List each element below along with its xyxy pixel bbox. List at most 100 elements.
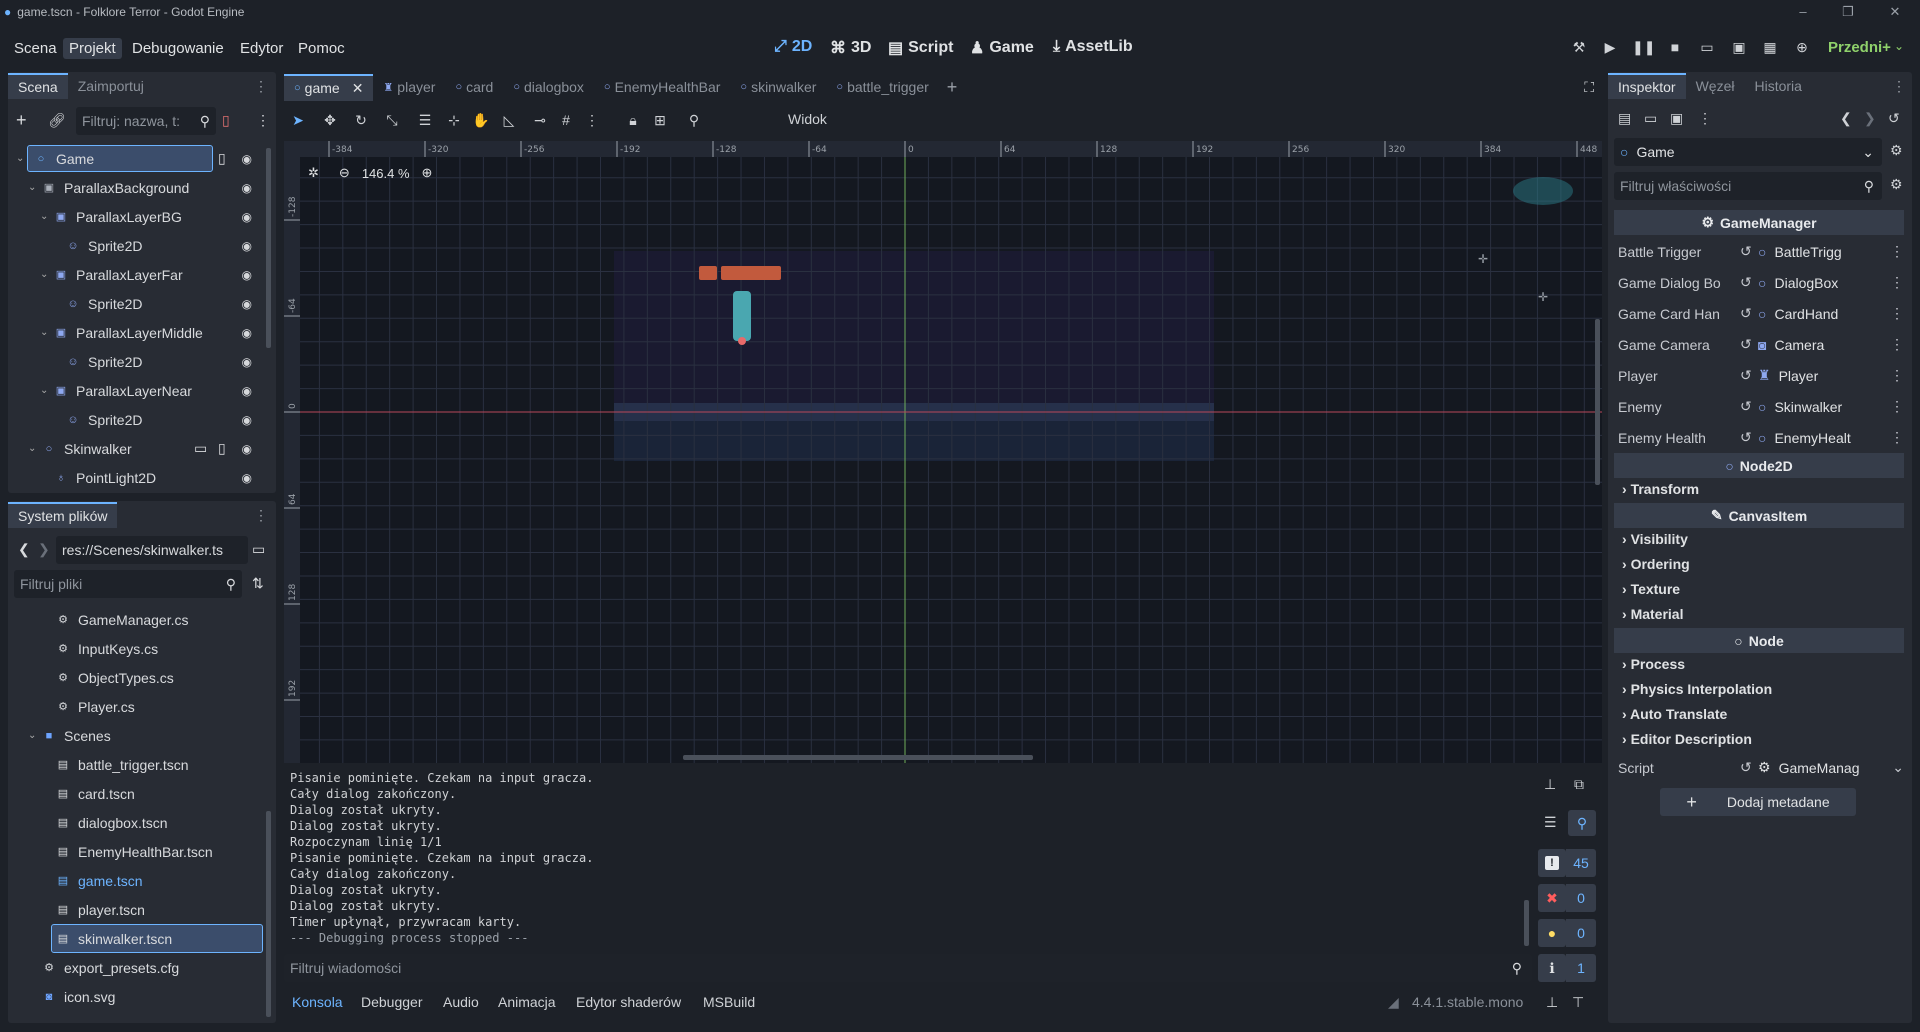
kebab-menu-icon[interactable]: ⋮ (256, 112, 270, 129)
revert-icon[interactable]: ↺ (1740, 398, 1752, 415)
scene-filter-input[interactable]: Filtruj: nazwa, t: ⚲ (76, 107, 216, 135)
visibility-eye-icon[interactable]: ◉ (242, 413, 252, 427)
tab-historia[interactable]: Historia (1745, 74, 1812, 98)
tab-game[interactable]: ○ game ✕ (284, 73, 374, 101)
fs-item-skinwalker[interactable]: ▤ skinwalker.tscn (8, 924, 266, 953)
script-icon[interactable]: ▯ (218, 150, 226, 167)
list-select-icon[interactable]: ☰ (415, 112, 435, 129)
tab-player[interactable]: ♜ player (373, 75, 445, 99)
history-back-icon[interactable]: ❮ (1840, 110, 1852, 127)
tree-item-sprite2d[interactable]: ☺ Sprite2D ◉ (8, 231, 268, 260)
errors-count[interactable]: 0 (1566, 884, 1596, 912)
tree-item-parallaxbackground[interactable]: ⌄ ▣ ParallaxBackground ◉ (8, 173, 268, 202)
fs-item-export-presets[interactable]: ⚙ export_presets.cfg (8, 953, 266, 982)
tree-item-sprite2d[interactable]: ☺ Sprite2D ◉ (8, 347, 268, 376)
revert-icon[interactable]: ↺ (1740, 367, 1752, 384)
movie-maker-icon[interactable]: ⊕ (1792, 39, 1812, 59)
revert-icon[interactable]: ↺ (1740, 336, 1752, 353)
tab-system-plikow[interactable]: System plików (8, 502, 118, 528)
viewport-hscrollbar[interactable] (683, 755, 1033, 760)
renderer-select[interactable]: Przedni+ (1828, 39, 1891, 56)
section-node2d[interactable]: ○ Node2D (1614, 453, 1904, 478)
hammer-icon[interactable]: ⚒ (1569, 39, 1589, 59)
recent-history-icon[interactable]: ↺ (1888, 110, 1900, 127)
prop-value[interactable]: ○ Skinwalker (1758, 399, 1842, 415)
play-custom-scene-icon[interactable]: ▦ (1760, 39, 1780, 59)
revert-icon[interactable]: ↺ (1740, 429, 1752, 446)
menu-debugowanie[interactable]: Debugowanie (126, 38, 230, 59)
tab-animacja[interactable]: Animacja (498, 994, 556, 1010)
play-icon[interactable]: ▶ (1600, 39, 1620, 59)
pan-tool-icon[interactable]: ✋ (471, 112, 491, 129)
prop-battle-trigger[interactable]: Battle Trigger ↺ ○ BattleTrigg ⋮ (1608, 236, 1912, 267)
fs-item-player[interactable]: ▤ player.tscn (8, 895, 266, 924)
fs-item-gamemanager[interactable]: ⚙ GameManager.cs (8, 605, 266, 634)
group-ordering[interactable]: › Ordering (1622, 556, 1690, 572)
tree-item-sprite2d[interactable]: ☺ Sprite2D ◉ (8, 405, 268, 434)
mode-script-button[interactable]: ▤ Script (888, 38, 953, 58)
group-icon[interactable]: ⊞ (650, 112, 670, 129)
kebab-menu-icon[interactable]: ⋮ (1890, 274, 1904, 291)
tab-battle-trigger[interactable]: ○ battle_trigger (826, 75, 938, 99)
ruler-tool-icon[interactable]: ◺ (499, 112, 519, 129)
prop-value[interactable]: ○ BattleTrigg (1758, 244, 1842, 260)
close-icon[interactable]: ✕ (352, 80, 364, 97)
viewport-vscrollbar[interactable] (1595, 319, 1600, 485)
visibility-eye-icon[interactable]: ◉ (242, 355, 252, 369)
section-canvasitem[interactable]: ✎ CanvasItem (1614, 503, 1904, 528)
move-tool-icon[interactable]: ✥ (320, 112, 340, 129)
info-count[interactable]: 1 (1566, 954, 1596, 982)
minimize-icon[interactable]: – (1793, 2, 1813, 22)
add-metadata-button[interactable]: + Dodaj metadane (1660, 788, 1856, 816)
rotate-tool-icon[interactable]: ↻ (351, 112, 371, 129)
prop-enemy-health[interactable]: Enemy Health ↺ ○ EnemyHealt ⋮ (1608, 422, 1912, 453)
warning-filter-icon[interactable]: ● (1538, 919, 1566, 947)
prop-value[interactable]: ○ DialogBox (1758, 275, 1838, 291)
tab-zaimportuj[interactable]: Zaimportuj (68, 74, 154, 98)
fs-scrollbar[interactable] (266, 811, 271, 1017)
tab-skinwalker[interactable]: ○ skinwalker (730, 75, 826, 99)
mode-2d-button[interactable]: ⤢ 2D (774, 38, 812, 56)
canvas-viewport[interactable]: -384 -320 -256 -192 -128 -64 0 64 128 192 256 320 38… (284, 141, 1602, 763)
lock-icon[interactable]: 🔒︎ (623, 112, 643, 129)
tab-edytor-shaderow[interactable]: Edytor shaderów (576, 994, 681, 1010)
prop-script[interactable]: Script ↺ ⚙ GameManag ⌄ (1608, 752, 1912, 783)
tab-enemyhealthbar[interactable]: ○ EnemyHealthBar (594, 75, 730, 99)
copy-icon[interactable]: ⧉ (1574, 776, 1584, 793)
error-filter-icon[interactable]: ✖ (1538, 884, 1566, 912)
kebab-menu-icon[interactable]: ⋮ (582, 112, 602, 129)
tree-item-parallaxlayerbg[interactable]: ⌄ ▣ ParallaxLayerBG ◉ (8, 202, 268, 231)
expand-panel-icon[interactable]: ⊤ (1572, 994, 1584, 1011)
prop-value[interactable]: ♜ Player (1758, 367, 1818, 384)
tree-item-parallaxlayerfar[interactable]: ⌄ ▣ ParallaxLayerFar ◉ (8, 260, 268, 289)
console-filter-input[interactable]: Filtruj wiadomości ⚲ (284, 954, 1532, 982)
tree-item-parallaxlayermiddle[interactable]: ⌄ ▣ ParallaxLayerMiddle ◉ (8, 318, 268, 347)
add-node-icon[interactable]: + (16, 110, 27, 131)
visibility-eye-icon[interactable]: ◉ (242, 210, 252, 224)
tree-item-parallaxlayernear[interactable]: ⌄ ▣ ParallaxLayerNear ◉ (8, 376, 268, 405)
center-view-icon[interactable]: ✲ (308, 165, 319, 181)
kebab-menu-icon[interactable]: ⋮ (1890, 429, 1904, 446)
tab-audio[interactable]: Audio (443, 994, 479, 1010)
revert-icon[interactable]: ↺ (1740, 305, 1752, 322)
zoom-in-icon[interactable]: ⊕ (422, 165, 433, 181)
new-resource-icon[interactable]: ▤ (1618, 110, 1631, 127)
fs-item-objecttypes[interactable]: ⚙ ObjectTypes.cs (8, 663, 266, 692)
menu-edytor[interactable]: Edytor (234, 38, 289, 59)
group-process[interactable]: › Process (1622, 656, 1685, 672)
clear-icon[interactable]: ⊥ (1544, 776, 1556, 793)
warnings-count[interactable]: 0 (1566, 919, 1596, 947)
revert-icon[interactable]: ↺ (1740, 274, 1752, 291)
zoom-level[interactable]: 146.4 % (362, 166, 410, 181)
tab-msbuild[interactable]: MSBuild (703, 994, 755, 1010)
fs-item-game[interactable]: ▤ game.tscn (8, 866, 266, 895)
visibility-eye-icon[interactable]: ◉ (242, 152, 252, 166)
visibility-eye-icon[interactable]: ◉ (242, 181, 252, 195)
object-properties-icon[interactable]: ⚙ (1890, 142, 1903, 159)
fullscreen-icon[interactable]: ⛶ (1584, 79, 1594, 96)
group-material[interactable]: › Material (1622, 606, 1683, 622)
save-icon[interactable]: ▣ (1670, 110, 1683, 127)
info-filter-icon[interactable]: ℹ (1538, 954, 1566, 982)
mode-game-button[interactable]: ♟ Game (970, 38, 1034, 58)
tab-scena[interactable]: Scena (8, 73, 68, 99)
